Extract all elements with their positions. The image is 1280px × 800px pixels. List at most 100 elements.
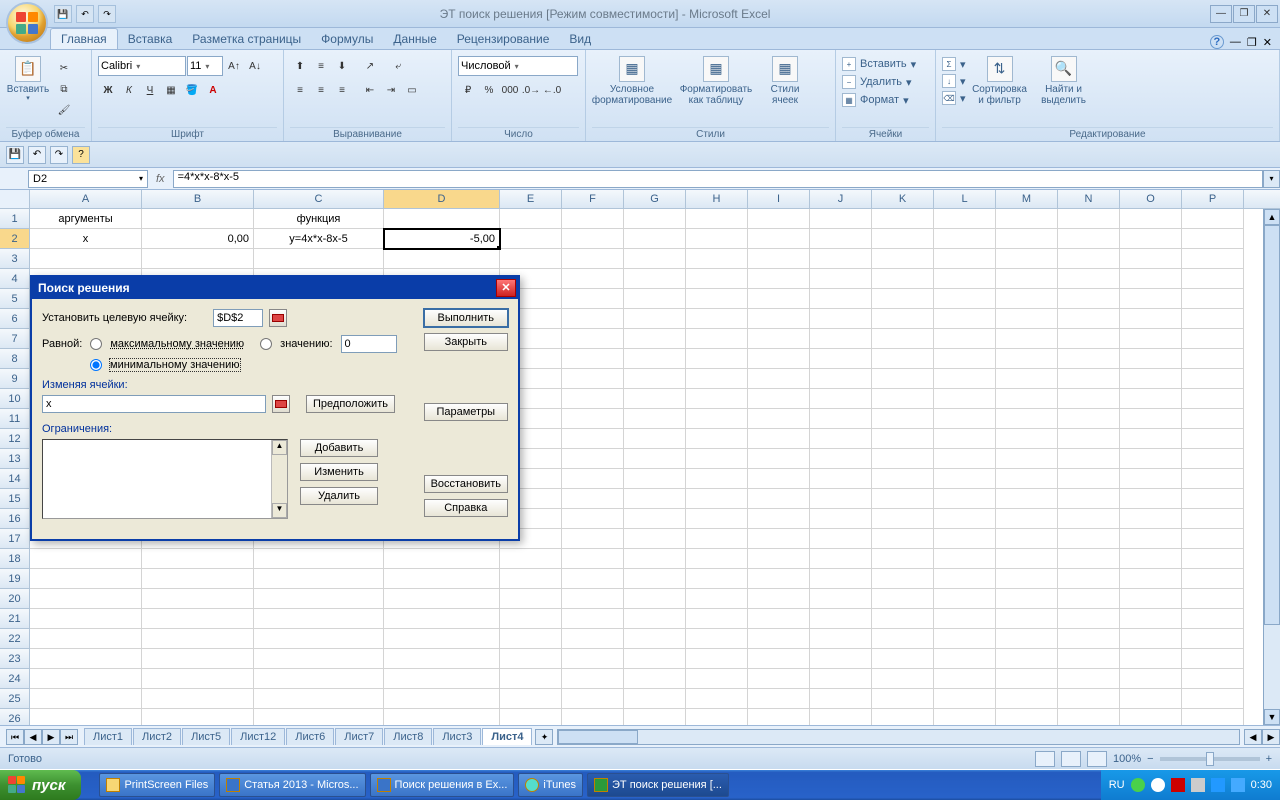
cell[interactable] <box>30 609 142 629</box>
cell[interactable] <box>872 649 934 669</box>
close-doc-icon[interactable]: ✕ <box>1263 36 1272 49</box>
format-painter-icon[interactable]: 🖌 <box>54 100 74 120</box>
inc-decimal-icon[interactable]: .0→ <box>521 80 541 100</box>
cell[interactable] <box>872 569 934 589</box>
cell[interactable] <box>562 249 624 269</box>
cell[interactable] <box>1058 269 1120 289</box>
cell[interactable] <box>142 709 254 725</box>
font-color-icon[interactable]: A <box>203 80 223 100</box>
cell[interactable] <box>384 549 500 569</box>
cell[interactable] <box>872 349 934 369</box>
cell[interactable] <box>1058 649 1120 669</box>
close-button[interactable]: ✕ <box>1256 5 1278 23</box>
vertical-scrollbar[interactable]: ▲ ▼ <box>1263 209 1280 725</box>
cell[interactable] <box>624 669 686 689</box>
cell[interactable] <box>810 309 872 329</box>
cell[interactable] <box>1058 429 1120 449</box>
expand-formula-icon[interactable]: ▾ <box>1263 170 1280 188</box>
cell[interactable] <box>384 709 500 725</box>
cell[interactable] <box>686 329 748 349</box>
cell[interactable] <box>562 289 624 309</box>
align-top-icon[interactable]: ⬆ <box>290 56 310 76</box>
cell[interactable] <box>872 329 934 349</box>
cell[interactable] <box>934 349 996 369</box>
cell[interactable] <box>500 549 562 569</box>
cell[interactable] <box>562 529 624 549</box>
cell[interactable] <box>686 609 748 629</box>
cell[interactable] <box>686 529 748 549</box>
cell[interactable] <box>624 689 686 709</box>
cell[interactable] <box>996 669 1058 689</box>
cell[interactable] <box>624 469 686 489</box>
row-header[interactable]: 4 <box>0 269 30 289</box>
cell[interactable] <box>500 209 562 229</box>
cell[interactable] <box>810 429 872 449</box>
taskbar-item[interactable]: iTunes <box>518 773 583 797</box>
cell[interactable] <box>934 589 996 609</box>
row-header[interactable]: 16 <box>0 509 30 529</box>
cell[interactable] <box>384 569 500 589</box>
minimize-button[interactable]: — <box>1210 5 1232 23</box>
cell[interactable] <box>562 469 624 489</box>
cell[interactable] <box>30 669 142 689</box>
cell[interactable] <box>748 549 810 569</box>
row-header[interactable]: 18 <box>0 549 30 569</box>
cell[interactable] <box>872 289 934 309</box>
tab-insert[interactable]: Вставка <box>118 29 183 49</box>
cell[interactable] <box>562 669 624 689</box>
cell[interactable] <box>1120 229 1182 249</box>
delete-cells-button[interactable]: −Удалить ▾ <box>842 74 912 90</box>
cell[interactable] <box>1120 709 1182 725</box>
number-format-combo[interactable]: Числовой <box>458 56 578 76</box>
fx-icon[interactable]: fx <box>148 173 173 185</box>
cell[interactable] <box>872 669 934 689</box>
cell[interactable] <box>562 329 624 349</box>
cell[interactable] <box>1182 349 1244 369</box>
cell[interactable] <box>562 409 624 429</box>
cell[interactable] <box>500 669 562 689</box>
cell[interactable] <box>1058 669 1120 689</box>
zoom-out-button[interactable]: − <box>1147 753 1153 765</box>
cell[interactable] <box>872 409 934 429</box>
cell[interactable] <box>562 269 624 289</box>
cell[interactable] <box>1120 269 1182 289</box>
cell[interactable] <box>562 389 624 409</box>
row-header[interactable]: 6 <box>0 309 30 329</box>
minimize-ribbon-icon[interactable]: — <box>1230 36 1241 48</box>
align-left-icon[interactable]: ≡ <box>290 80 310 100</box>
redo-icon[interactable]: ↷ <box>98 5 116 23</box>
find-select-button[interactable]: 🔍 Найти и выделить <box>1034 52 1094 106</box>
cell[interactable] <box>1120 329 1182 349</box>
cell[interactable] <box>686 629 748 649</box>
hscroll-right[interactable]: ▶ <box>1262 729 1280 745</box>
row-header[interactable]: 15 <box>0 489 30 509</box>
cell[interactable] <box>384 209 500 229</box>
bold-icon[interactable]: Ж <box>98 80 118 100</box>
orientation-icon[interactable]: ↗ <box>360 56 380 76</box>
paste-button[interactable]: 📋 Вставить▾ <box>6 52 50 103</box>
underline-icon[interactable]: Ч <box>140 80 160 100</box>
cell[interactable] <box>872 389 934 409</box>
cell[interactable] <box>1058 469 1120 489</box>
cell[interactable] <box>1182 309 1244 329</box>
cell[interactable] <box>1120 429 1182 449</box>
cell[interactable] <box>934 669 996 689</box>
cell[interactable] <box>934 269 996 289</box>
cell[interactable] <box>1058 389 1120 409</box>
zoom-slider[interactable] <box>1160 757 1260 761</box>
cell[interactable] <box>748 389 810 409</box>
cell[interactable] <box>624 429 686 449</box>
taskbar-item[interactable]: ЭТ поиск решения [... <box>587 773 729 797</box>
cell[interactable] <box>30 589 142 609</box>
sheet-tab[interactable]: Лист3 <box>433 728 481 745</box>
cell[interactable] <box>810 329 872 349</box>
constraints-listbox[interactable]: ▲ ▼ <box>42 439 288 519</box>
cell[interactable] <box>1182 609 1244 629</box>
cell[interactable] <box>748 669 810 689</box>
cell[interactable] <box>142 549 254 569</box>
restore-ribbon-icon[interactable]: ❐ <box>1247 36 1257 49</box>
cell[interactable] <box>254 669 384 689</box>
cell[interactable] <box>624 249 686 269</box>
cell[interactable] <box>254 709 384 725</box>
italic-icon[interactable]: К <box>119 80 139 100</box>
